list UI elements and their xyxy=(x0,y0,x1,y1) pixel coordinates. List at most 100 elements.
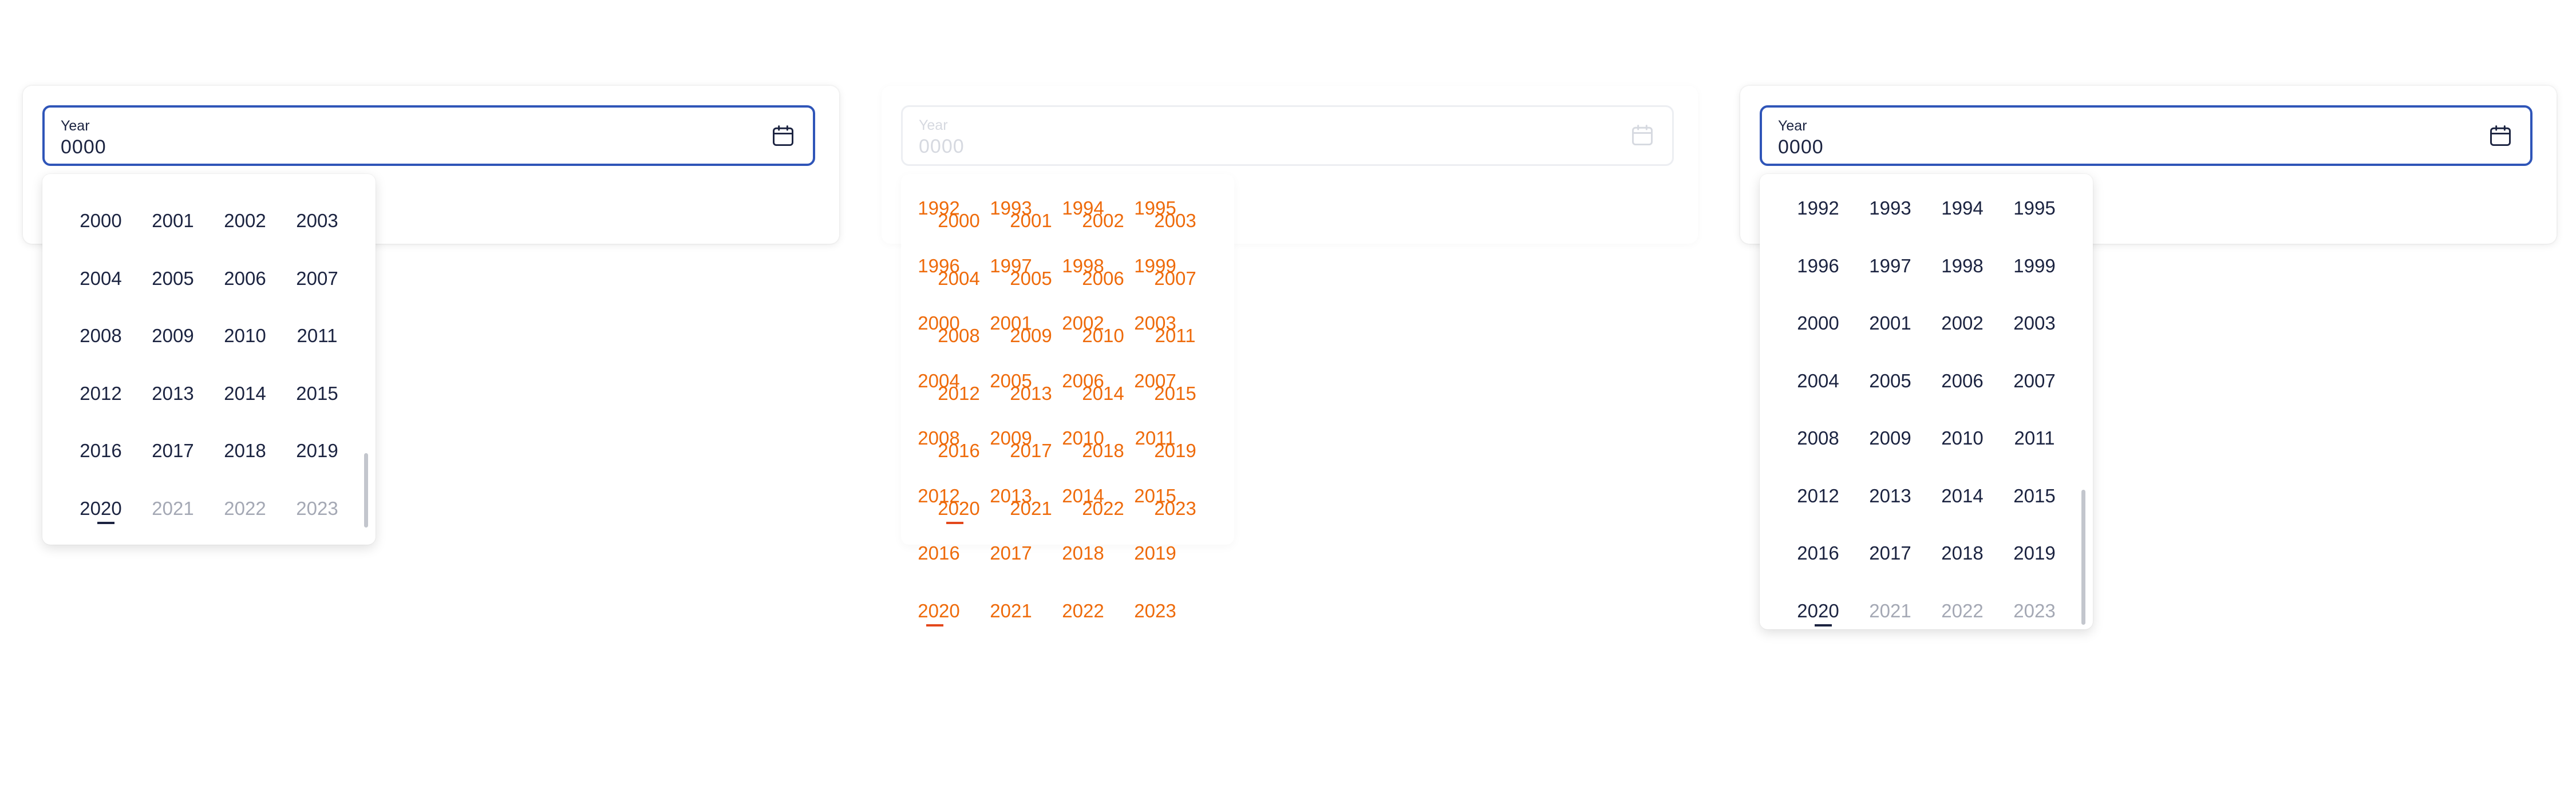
dropdown-scrollbar[interactable] xyxy=(364,453,368,528)
year-option-2019[interactable]: 2019 xyxy=(283,439,351,462)
year-option-2017: 2017 xyxy=(1010,440,1052,461)
year-option-2004[interactable]: 2004 xyxy=(66,267,135,290)
year-option-2014: 2014 xyxy=(1082,382,1124,404)
year-field-middle[interactable]: Year 0000 xyxy=(901,105,1674,166)
year-field-value[interactable]: 0000 xyxy=(61,136,106,158)
year-option-2023: 2023 xyxy=(1154,497,1196,519)
year-option-1999[interactable]: 1999 xyxy=(2000,255,2069,277)
year-option-2005: 2005 xyxy=(1010,267,1052,289)
year-option-1993[interactable]: 1993 xyxy=(1856,197,1925,220)
year-option-2018[interactable]: 2018 xyxy=(1928,542,1997,565)
year-option-1996[interactable]: 1996 xyxy=(1784,255,1852,277)
year-option-2015[interactable]: 2015 xyxy=(2000,485,2069,507)
year-option-2009: 2009 xyxy=(1010,325,1052,346)
year-option-2012[interactable]: 2012 xyxy=(66,382,135,405)
year-option-2006[interactable]: 2006 xyxy=(1928,370,1997,392)
year-option-2000[interactable]: 2000 xyxy=(1784,312,1852,335)
year-option-2005[interactable]: 2005 xyxy=(1856,370,1925,392)
year-option-2020: 2020 xyxy=(907,600,970,626)
year-option-2021: 2021 xyxy=(990,600,1032,621)
year-option-2006: 2006 xyxy=(1082,267,1124,289)
year-option-2010[interactable]: 2010 xyxy=(211,324,279,347)
year-field-label: Year xyxy=(919,117,948,133)
year-field-value[interactable]: 0000 xyxy=(1778,136,1824,158)
year-option-2020[interactable]: 2020 xyxy=(1784,600,1852,626)
year-option-2009[interactable]: 2009 xyxy=(139,324,207,347)
year-option-2023: 2023 xyxy=(1134,600,1176,621)
year-option-2010: 2010 xyxy=(1082,325,1124,346)
year-option-2005[interactable]: 2005 xyxy=(139,267,207,290)
year-option-2008[interactable]: 2008 xyxy=(1784,427,1852,450)
year-option-2016: 2016 xyxy=(918,542,960,564)
year-option-2017[interactable]: 2017 xyxy=(1856,542,1925,565)
dropdown-scrollbar[interactable] xyxy=(2081,490,2085,625)
year-option-2011[interactable]: 2011 xyxy=(283,324,351,347)
year-option-2018[interactable]: 2018 xyxy=(211,439,279,462)
year-option-1997[interactable]: 1997 xyxy=(1856,255,1925,277)
year-option-2016: 2016 xyxy=(938,440,980,461)
year-option-2013[interactable]: 2013 xyxy=(139,382,207,405)
calendar-icon[interactable] xyxy=(2488,124,2513,149)
year-option-2002: 2002 xyxy=(1082,210,1124,231)
year-option-2000[interactable]: 2000 xyxy=(66,209,135,232)
year-option-2021: 2021 xyxy=(152,497,194,519)
year-option-2007[interactable]: 2007 xyxy=(283,267,351,290)
year-option-2012[interactable]: 2012 xyxy=(1784,485,1852,507)
year-option-2012: 2012 xyxy=(938,382,980,404)
year-option-2019: 2019 xyxy=(1134,542,1176,564)
calendar-icon[interactable] xyxy=(1630,123,1655,148)
year-option-2021: 2021 xyxy=(1869,600,1911,621)
calendar-icon[interactable] xyxy=(771,124,796,149)
year-option-2002[interactable]: 2002 xyxy=(1928,312,1997,335)
year-field-label: Year xyxy=(1778,118,1807,134)
year-option-2004[interactable]: 2004 xyxy=(1784,370,1852,392)
year-option-2018: 2018 xyxy=(1062,542,1104,564)
year-option-2021: 2021 xyxy=(1010,497,1052,519)
year-option-2019: 2019 xyxy=(1154,440,1196,461)
year-option-2016[interactable]: 2016 xyxy=(1784,542,1852,565)
year-option-2013[interactable]: 2013 xyxy=(1856,485,1925,507)
year-option-2011: 2011 xyxy=(1155,325,1196,346)
year-option-2002[interactable]: 2002 xyxy=(211,209,279,232)
year-option-2003[interactable]: 2003 xyxy=(2000,312,2069,335)
year-option-2004: 2004 xyxy=(938,267,980,289)
year-option-2001[interactable]: 2001 xyxy=(139,209,207,232)
year-option-2003: 2003 xyxy=(1154,210,1196,231)
year-field-label: Year xyxy=(61,118,90,134)
year-option-2014[interactable]: 2014 xyxy=(211,382,279,405)
year-option-1994[interactable]: 1994 xyxy=(1928,197,1997,220)
year-option-2020: 2020 xyxy=(927,497,990,524)
year-option-2008[interactable]: 2008 xyxy=(66,324,135,347)
year-field-right[interactable]: Year 0000 xyxy=(1760,105,2532,166)
year-option-2011[interactable]: 2011 xyxy=(2000,427,2069,450)
year-option-1992[interactable]: 1992 xyxy=(1784,197,1852,220)
year-field-left[interactable]: Year 0000 xyxy=(42,105,815,166)
year-option-2016[interactable]: 2016 xyxy=(66,439,135,462)
year-option-2019[interactable]: 2019 xyxy=(2000,542,2069,565)
year-option-2015[interactable]: 2015 xyxy=(283,382,351,405)
year-option-2022: 2022 xyxy=(1941,600,1984,621)
year-option-2000: 2000 xyxy=(938,210,980,231)
year-option-2022: 2022 xyxy=(1062,600,1104,621)
year-dropdown-left: 2000 2001 2002 2003 2004 2005 2006 2007 2008 2009… xyxy=(42,174,376,545)
year-option-2010[interactable]: 2010 xyxy=(1928,427,1997,450)
year-option-2017[interactable]: 2017 xyxy=(139,439,207,462)
year-field-value[interactable]: 0000 xyxy=(919,136,965,158)
year-option-2006[interactable]: 2006 xyxy=(211,267,279,290)
year-option-1995[interactable]: 1995 xyxy=(2000,197,2069,220)
year-option-2020[interactable]: 2020 xyxy=(66,497,135,524)
year-option-2007: 2007 xyxy=(1154,267,1196,289)
year-option-2014[interactable]: 2014 xyxy=(1928,485,1997,507)
year-option-2017: 2017 xyxy=(990,542,1032,564)
year-option-2007[interactable]: 2007 xyxy=(2000,370,2069,392)
year-option-2003[interactable]: 2003 xyxy=(283,209,351,232)
year-dropdown-right: 1992 1993 1994 1995 1996 1997 1998 1999 2000 2001… xyxy=(1760,174,2093,629)
year-option-2009[interactable]: 2009 xyxy=(1856,427,1925,450)
year-option-2022: 2022 xyxy=(1082,497,1124,519)
year-option-2001: 2001 xyxy=(1010,210,1052,231)
year-option-2001[interactable]: 2001 xyxy=(1856,312,1925,335)
year-option-2013: 2013 xyxy=(1010,382,1052,404)
year-option-1998[interactable]: 1998 xyxy=(1928,255,1997,277)
year-option-2008: 2008 xyxy=(938,325,980,346)
year-option-2018: 2018 xyxy=(1082,440,1124,461)
